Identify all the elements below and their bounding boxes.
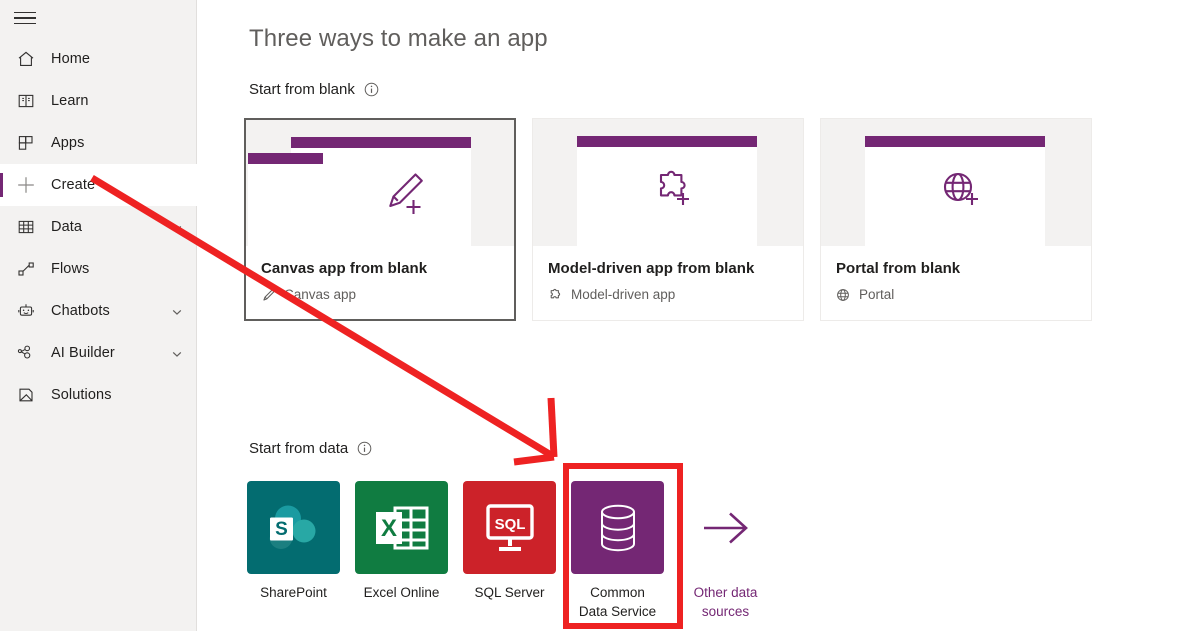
- sidebar-item-label: Apps: [51, 135, 85, 151]
- sidebar-item-label: Flows: [51, 261, 90, 277]
- sidebar-item-label: Data: [51, 219, 83, 235]
- card-title: Portal from blank: [836, 260, 961, 277]
- card-visual-canvas: [246, 120, 514, 246]
- tile-sql-server[interactable]: SQL SQL Server: [463, 481, 556, 621]
- card-visual-portal: [821, 119, 1091, 246]
- hamburger-line: [14, 11, 36, 14]
- left-navigation-sidebar: Home Learn Apps Create Data Flows Chatbo…: [0, 0, 197, 631]
- tile-label: Excel Online: [363, 585, 440, 600]
- plus-icon: [14, 173, 38, 197]
- brush-plus-icon: [376, 168, 432, 220]
- hamburger-line: [14, 17, 36, 19]
- data-source-tile-list: S SharePoint X Excel Online SQL SQL Serv…: [247, 481, 772, 621]
- solutions-icon: [14, 383, 38, 407]
- section-heading-start-from-data: Start from data: [249, 440, 372, 457]
- puzzle-icon: [548, 288, 562, 302]
- table-icon: [14, 215, 38, 239]
- card-body: Canvas app from blank Canvas app: [246, 246, 514, 302]
- card-subtitle-label: Canvas app: [284, 287, 357, 302]
- window-mock-front: [248, 153, 323, 246]
- section-heading-start-from-blank: Start from blank: [249, 81, 379, 98]
- database-icon: [571, 481, 664, 574]
- info-icon[interactable]: [357, 441, 372, 456]
- window-titlebar: [865, 136, 1045, 147]
- sidebar-item-label: Solutions: [51, 387, 112, 403]
- section-heading-label: Start from data: [249, 440, 349, 457]
- tile-common-data-service[interactable]: Common Data Service: [571, 481, 664, 621]
- window-titlebar: [577, 136, 757, 147]
- sidebar-item-label: Chatbots: [51, 303, 110, 319]
- tile-label: SQL Server: [474, 585, 545, 600]
- home-icon: [14, 47, 38, 71]
- card-title: Canvas app from blank: [261, 260, 428, 277]
- blank-app-card-list: Canvas app from blank Canvas app Model-d…: [244, 118, 1092, 321]
- robot-icon: [14, 299, 38, 323]
- screen: Home Learn Apps Create Data Flows Chatbo…: [0, 0, 1186, 631]
- hamburger-line: [14, 22, 36, 25]
- apps-grid-icon: [14, 131, 38, 155]
- svg-text:X: X: [380, 515, 396, 542]
- card-visual-model-driven: [533, 119, 803, 246]
- sidebar-item-create[interactable]: Create: [0, 164, 197, 206]
- sidebar-item-label: Learn: [51, 93, 89, 109]
- sidebar-item-label: Home: [51, 51, 91, 67]
- tile-other-data-sources[interactable]: Other data sources: [679, 481, 772, 621]
- window-titlebar: [291, 137, 471, 148]
- card-body: Model-driven app from blank Model-driven…: [533, 246, 803, 302]
- hamburger-menu-button[interactable]: [14, 5, 40, 31]
- nav-list: Home Learn Apps Create Data Flows Chatbo…: [0, 38, 197, 416]
- page-title: Three ways to make an app: [249, 25, 548, 52]
- ai-nodes-icon: [14, 341, 38, 365]
- tile-label: Other data sources: [693, 585, 758, 619]
- tile-label: SharePoint: [260, 585, 327, 600]
- svg-text:SQL: SQL: [494, 516, 525, 533]
- puzzle-plus-icon: [641, 167, 697, 219]
- sidebar-item-apps[interactable]: Apps: [0, 122, 197, 164]
- svg-text:S: S: [275, 519, 288, 540]
- chevron-down-icon[interactable]: [171, 221, 183, 233]
- card-subtitle-label: Portal: [859, 287, 895, 302]
- globe-plus-icon: [929, 167, 985, 219]
- section-heading-label: Start from blank: [249, 81, 355, 98]
- paintbrush-icon: [261, 288, 275, 302]
- tile-sharepoint[interactable]: S SharePoint: [247, 481, 340, 621]
- card-title: Model-driven app from blank: [548, 260, 755, 277]
- sidebar-item-learn[interactable]: Learn: [0, 80, 197, 122]
- sidebar-item-ai-builder[interactable]: AI Builder: [0, 332, 197, 374]
- window-titlebar: [248, 153, 323, 164]
- book-icon: [14, 89, 38, 113]
- excel-icon: X: [355, 481, 448, 574]
- arrow-right-icon: [679, 481, 772, 574]
- tile-excel-online[interactable]: X Excel Online: [355, 481, 448, 621]
- card-subtitle-row: Model-driven app: [548, 287, 788, 302]
- card-subtitle-row: Portal: [836, 287, 1076, 302]
- flow-icon: [14, 257, 38, 281]
- sharepoint-icon: S: [247, 481, 340, 574]
- card-canvas-app-from-blank[interactable]: Canvas app from blank Canvas app: [244, 118, 516, 321]
- chevron-down-icon[interactable]: [171, 305, 183, 317]
- sidebar-item-label: Create: [51, 177, 96, 193]
- sidebar-item-chatbots[interactable]: Chatbots: [0, 290, 197, 332]
- card-body: Portal from blank Portal: [821, 246, 1091, 302]
- sidebar-item-home[interactable]: Home: [0, 38, 197, 80]
- sidebar-item-data[interactable]: Data: [0, 206, 197, 248]
- card-portal-from-blank[interactable]: Portal from blank Portal: [820, 118, 1092, 321]
- sql-server-icon: SQL: [463, 481, 556, 574]
- info-icon[interactable]: [364, 82, 379, 97]
- card-subtitle-label: Model-driven app: [571, 287, 676, 302]
- tile-label: Common Data Service: [578, 585, 657, 619]
- main-content: Three ways to make an app Start from bla…: [198, 0, 1186, 631]
- sidebar-item-flows[interactable]: Flows: [0, 248, 197, 290]
- sidebar-item-solutions[interactable]: Solutions: [0, 374, 197, 416]
- card-model-driven-app-from-blank[interactable]: Model-driven app from blank Model-driven…: [532, 118, 804, 321]
- card-subtitle-row: Canvas app: [261, 287, 499, 302]
- globe-icon: [836, 288, 850, 302]
- sidebar-item-label: AI Builder: [51, 345, 115, 361]
- chevron-down-icon[interactable]: [171, 347, 183, 359]
